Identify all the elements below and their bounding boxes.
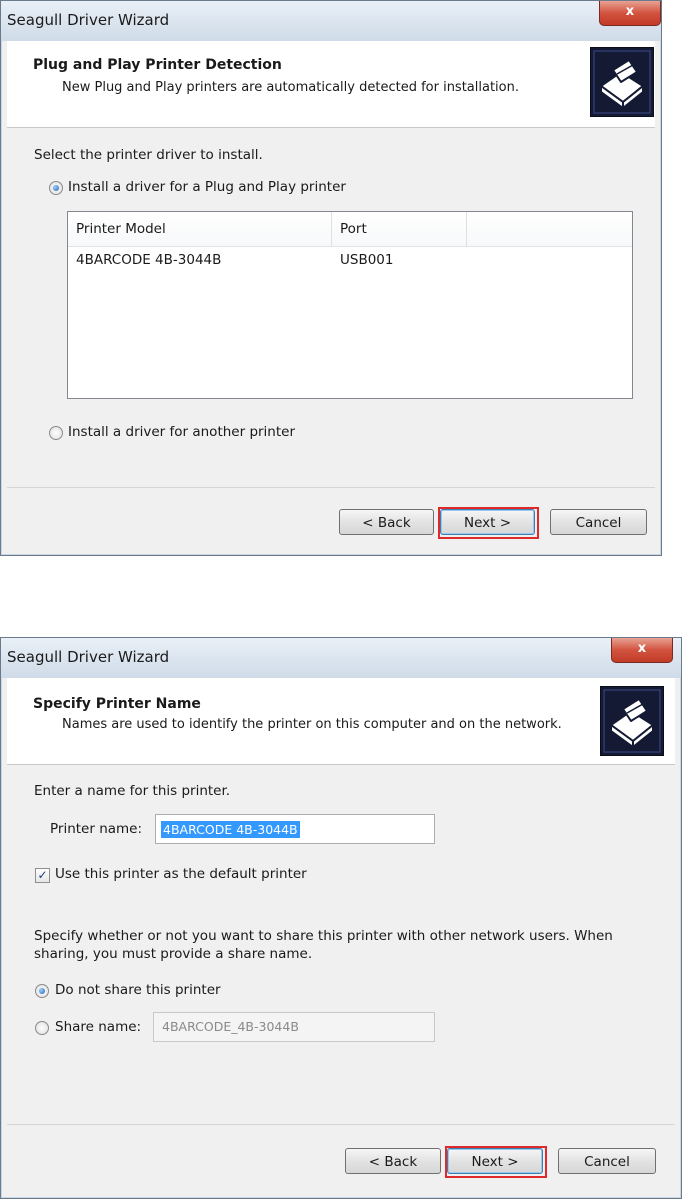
header-title: Plug and Play Printer Detection bbox=[33, 57, 282, 73]
radio-do-not-share[interactable] bbox=[35, 984, 49, 998]
wizard-window-plug-and-play: Seagull Driver Wizard x Plug and Play Pr… bbox=[0, 0, 662, 556]
window-title: Seagull Driver Wizard bbox=[7, 648, 170, 666]
printer-logo-icon bbox=[590, 47, 654, 117]
cancel-button[interactable]: Cancel bbox=[558, 1148, 656, 1174]
column-printer-model[interactable]: Printer Model bbox=[68, 212, 332, 246]
close-button[interactable]: x bbox=[599, 1, 661, 26]
printer-name-value: 4BARCODE 4B-3044B bbox=[161, 821, 300, 838]
wizard-footer: < Back Next > Cancel bbox=[7, 1124, 675, 1193]
close-icon: x bbox=[625, 4, 635, 19]
close-icon: x bbox=[637, 641, 647, 656]
window-title: Seagull Driver Wizard bbox=[7, 11, 170, 29]
back-button[interactable]: < Back bbox=[339, 509, 434, 535]
list-header: Printer Model Port bbox=[68, 212, 632, 247]
share-instruction-line2: sharing, you must provide a share name. bbox=[34, 946, 313, 962]
radio-other-printer-label[interactable]: Install a driver for another printer bbox=[68, 424, 295, 440]
title-bar[interactable]: Seagull Driver Wizard x bbox=[1, 638, 681, 678]
default-printer-label[interactable]: Use this printer as the default printer bbox=[55, 866, 307, 882]
default-printer-checkbox[interactable]: ✓ bbox=[35, 868, 50, 883]
next-button-highlight bbox=[438, 507, 539, 539]
wizard-footer: < Back Next > Cancel bbox=[7, 487, 655, 550]
list-item[interactable]: 4BARCODE 4B-3044B USB001 bbox=[68, 246, 632, 274]
instruction-text: Select the printer driver to install. bbox=[34, 147, 263, 163]
header-subtitle: Names are used to identify the printer o… bbox=[62, 717, 562, 732]
instruction-text: Enter a name for this printer. bbox=[34, 783, 231, 799]
wizard-window-printer-name: Seagull Driver Wizard x Specify Printer … bbox=[0, 637, 682, 1199]
wizard-body: Enter a name for this printer. Printer n… bbox=[7, 765, 675, 1123]
printer-name-field[interactable]: 4BARCODE 4B-3044B bbox=[155, 814, 435, 844]
wizard-header: Plug and Play Printer Detection New Plug… bbox=[7, 41, 655, 128]
radio-other-printer[interactable] bbox=[49, 426, 63, 440]
header-subtitle: New Plug and Play printers are automatic… bbox=[62, 80, 519, 95]
wizard-header: Specify Printer Name Names are used to i… bbox=[7, 678, 675, 765]
list-item-model: 4BARCODE 4B-3044B bbox=[76, 252, 222, 268]
close-button[interactable]: x bbox=[611, 638, 673, 663]
share-instruction-line1: Specify whether or not you want to share… bbox=[34, 928, 613, 944]
wizard-body: Select the printer driver to install. In… bbox=[7, 128, 655, 486]
radio-do-not-share-label[interactable]: Do not share this printer bbox=[55, 982, 221, 998]
radio-share-name-label[interactable]: Share name: bbox=[55, 1019, 141, 1035]
header-title: Specify Printer Name bbox=[33, 696, 201, 712]
radio-pnp-printer-label[interactable]: Install a driver for a Plug and Play pri… bbox=[68, 179, 346, 195]
next-button-highlight bbox=[445, 1146, 547, 1178]
cancel-button[interactable]: Cancel bbox=[550, 509, 647, 535]
column-port[interactable]: Port bbox=[332, 212, 467, 246]
printer-logo-icon bbox=[600, 686, 664, 756]
share-name-field: 4BARCODE_4B-3044B bbox=[153, 1012, 435, 1042]
share-name-value: 4BARCODE_4B-3044B bbox=[162, 1019, 299, 1034]
back-button[interactable]: < Back bbox=[345, 1148, 441, 1174]
radio-share-name[interactable] bbox=[35, 1021, 49, 1035]
radio-pnp-printer[interactable] bbox=[49, 181, 63, 195]
printer-list[interactable]: Printer Model Port 4BARCODE 4B-3044B USB… bbox=[67, 211, 633, 399]
list-item-port: USB001 bbox=[340, 252, 394, 268]
checkbox-check-icon: ✓ bbox=[37, 868, 48, 882]
printer-name-label: Printer name: bbox=[50, 821, 143, 837]
title-bar[interactable]: Seagull Driver Wizard x bbox=[1, 1, 661, 41]
